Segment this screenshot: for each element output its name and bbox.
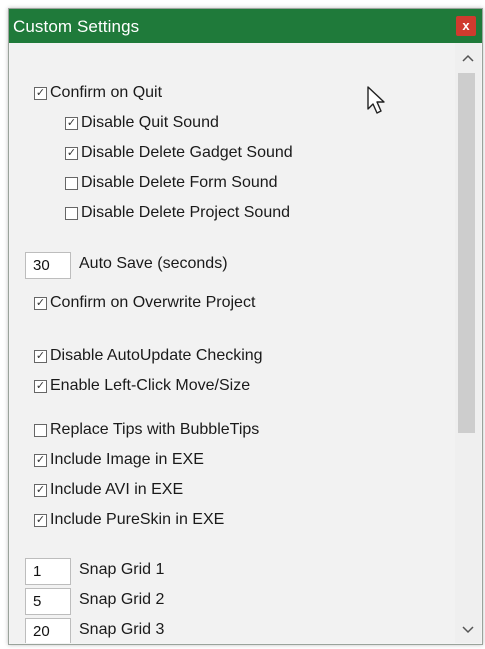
checkbox[interactable]: ✓ [34,349,47,363]
snap-grid-1-input[interactable]: 1 [25,558,71,585]
custom-settings-window: Custom Settings x ✓ Confirm on Quit ✓ Di… [8,8,483,645]
option-label: Include PureSkin in EXE [50,511,225,528]
option-disable-delete-form-sound[interactable]: Disable Delete Form Sound [65,172,278,194]
option-confirm-overwrite-project[interactable]: ✓ Confirm on Overwrite Project [34,292,255,314]
option-label: Replace Tips with BubbleTips [50,421,260,438]
option-label: Enable Left-Click Move/Size [50,377,251,394]
option-label: Include Image in EXE [50,451,204,468]
window-title: Custom Settings [13,17,140,36]
checkbox[interactable]: ✓ [34,296,47,310]
settings-panel: ✓ Confirm on Quit ✓ Disable Quit Sound ✓… [10,43,481,643]
option-disable-autoupdate[interactable]: ✓ Disable AutoUpdate Checking [34,345,263,367]
option-disable-quit-sound[interactable]: ✓ Disable Quit Sound [65,112,219,134]
checkbox[interactable] [34,423,47,437]
option-label: Disable AutoUpdate Checking [50,347,263,364]
option-include-pureskin[interactable]: ✓ Include PureSkin in EXE [34,509,224,531]
option-label: Disable Quit Sound [81,114,219,131]
chevron-up-icon[interactable] [455,49,481,69]
chevron-down-icon[interactable] [455,621,481,641]
mouse-cursor-icon [365,85,391,122]
option-confirm-on-quit[interactable]: ✓ Confirm on Quit [34,82,162,104]
checkbox[interactable] [65,176,78,190]
option-label: Disable Delete Form Sound [81,174,278,191]
snap-grid-2-input[interactable]: 5 [25,588,71,615]
checkbox[interactable]: ✓ [65,116,78,130]
option-label: Disable Delete Project Sound [81,204,291,221]
checkbox[interactable]: ✓ [34,513,47,527]
option-disable-delete-gadget-sound[interactable]: ✓ Disable Delete Gadget Sound [65,142,293,164]
checkbox[interactable]: ✓ [34,379,47,393]
snap-grid-3-input[interactable]: 20 [25,618,71,643]
checkbox[interactable] [65,206,78,220]
snap-grid-2-label: Snap Grid 2 [79,591,165,608]
option-label: Include AVI in EXE [50,481,184,498]
scrollbar-thumb[interactable] [458,73,475,433]
option-disable-delete-project-sound[interactable]: Disable Delete Project Sound [65,202,290,224]
title-bar[interactable]: Custom Settings x [9,9,482,43]
option-include-avi[interactable]: ✓ Include AVI in EXE [34,479,183,501]
vertical-scrollbar[interactable] [455,43,481,643]
checkbox[interactable]: ✓ [34,483,47,497]
option-left-click-move[interactable]: ✓ Enable Left-Click Move/Size [34,375,250,397]
snap-grid-3-label: Snap Grid 3 [79,621,165,638]
option-bubble-tips[interactable]: Replace Tips with BubbleTips [34,419,259,441]
option-label: Confirm on Quit [50,84,163,101]
option-include-image[interactable]: ✓ Include Image in EXE [34,449,204,471]
autosave-input[interactable]: 30 [25,252,71,279]
option-label: Confirm on Overwrite Project [50,294,256,311]
option-label: Disable Delete Gadget Sound [81,144,293,161]
checkbox[interactable]: ✓ [65,146,78,160]
checkbox[interactable]: ✓ [34,453,47,467]
close-button[interactable]: x [456,16,476,36]
snap-grid-1-label: Snap Grid 1 [79,561,165,578]
autosave-label: Auto Save (seconds) [79,255,228,272]
checkbox[interactable]: ✓ [34,86,47,100]
